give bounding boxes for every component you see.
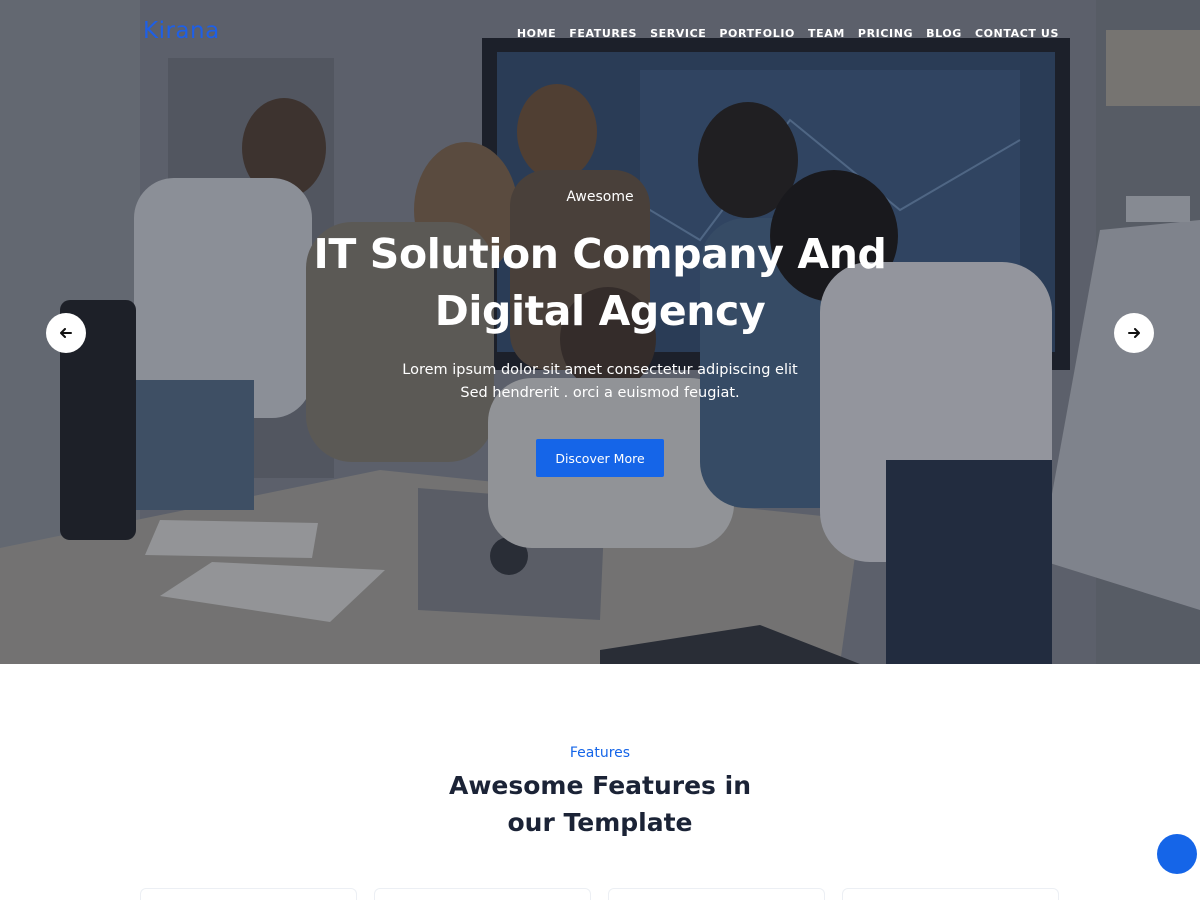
feature-card bbox=[608, 888, 825, 900]
nav-link-service[interactable]: SERVICE bbox=[650, 27, 706, 40]
hero-subtitle: Lorem ipsum dolor sit amet consectetur a… bbox=[300, 359, 900, 405]
top-navigation: Kirana HOME FEATURES SERVICE PORTFOLIO T… bbox=[0, 0, 1200, 68]
slider-next-button[interactable] bbox=[1114, 313, 1154, 353]
features-title: Awesome Features in our Template bbox=[400, 767, 800, 841]
feature-card bbox=[374, 888, 591, 900]
features-section: Features Awesome Features in our Templat… bbox=[0, 664, 1200, 900]
hero-section: Kirana HOME FEATURES SERVICE PORTFOLIO T… bbox=[0, 0, 1200, 664]
site-logo[interactable]: Kirana bbox=[143, 18, 220, 44]
features-eyebrow: Features bbox=[569, 745, 631, 761]
hero-subtitle-line-1: Lorem ipsum dolor sit amet consectetur a… bbox=[402, 362, 798, 378]
nav-link-team[interactable]: TEAM bbox=[808, 27, 845, 40]
feature-card bbox=[140, 888, 357, 900]
hero-subtitle-line-2: Sed hendrerit . orci a euismod feugiat. bbox=[460, 385, 740, 401]
hero-eyebrow: Awesome bbox=[566, 189, 634, 205]
scroll-to-top-button[interactable] bbox=[1157, 834, 1197, 874]
nav-link-portfolio[interactable]: PORTFOLIO bbox=[719, 27, 795, 40]
features-title-line-1: Awesome Features in bbox=[448, 771, 752, 800]
arrow-right-icon bbox=[1128, 328, 1140, 338]
nav-link-pricing[interactable]: PRICING bbox=[858, 27, 913, 40]
slider-prev-button[interactable] bbox=[46, 313, 86, 353]
nav-link-contact[interactable]: CONTACT US bbox=[975, 27, 1059, 40]
hero-title: IT Solution Company And Digital Agency bbox=[313, 230, 887, 335]
feature-card bbox=[842, 888, 1059, 900]
nav-link-features[interactable]: FEATURES bbox=[569, 27, 637, 40]
nav-link-blog[interactable]: BLOG bbox=[926, 27, 962, 40]
discover-more-button[interactable]: Discover More bbox=[536, 439, 664, 477]
main-menu: HOME FEATURES SERVICE PORTFOLIO TEAM PRI… bbox=[517, 27, 1059, 40]
arrow-left-icon bbox=[60, 328, 72, 338]
features-title-line-2: our Template bbox=[507, 808, 693, 837]
nav-link-home[interactable]: HOME bbox=[517, 27, 556, 40]
